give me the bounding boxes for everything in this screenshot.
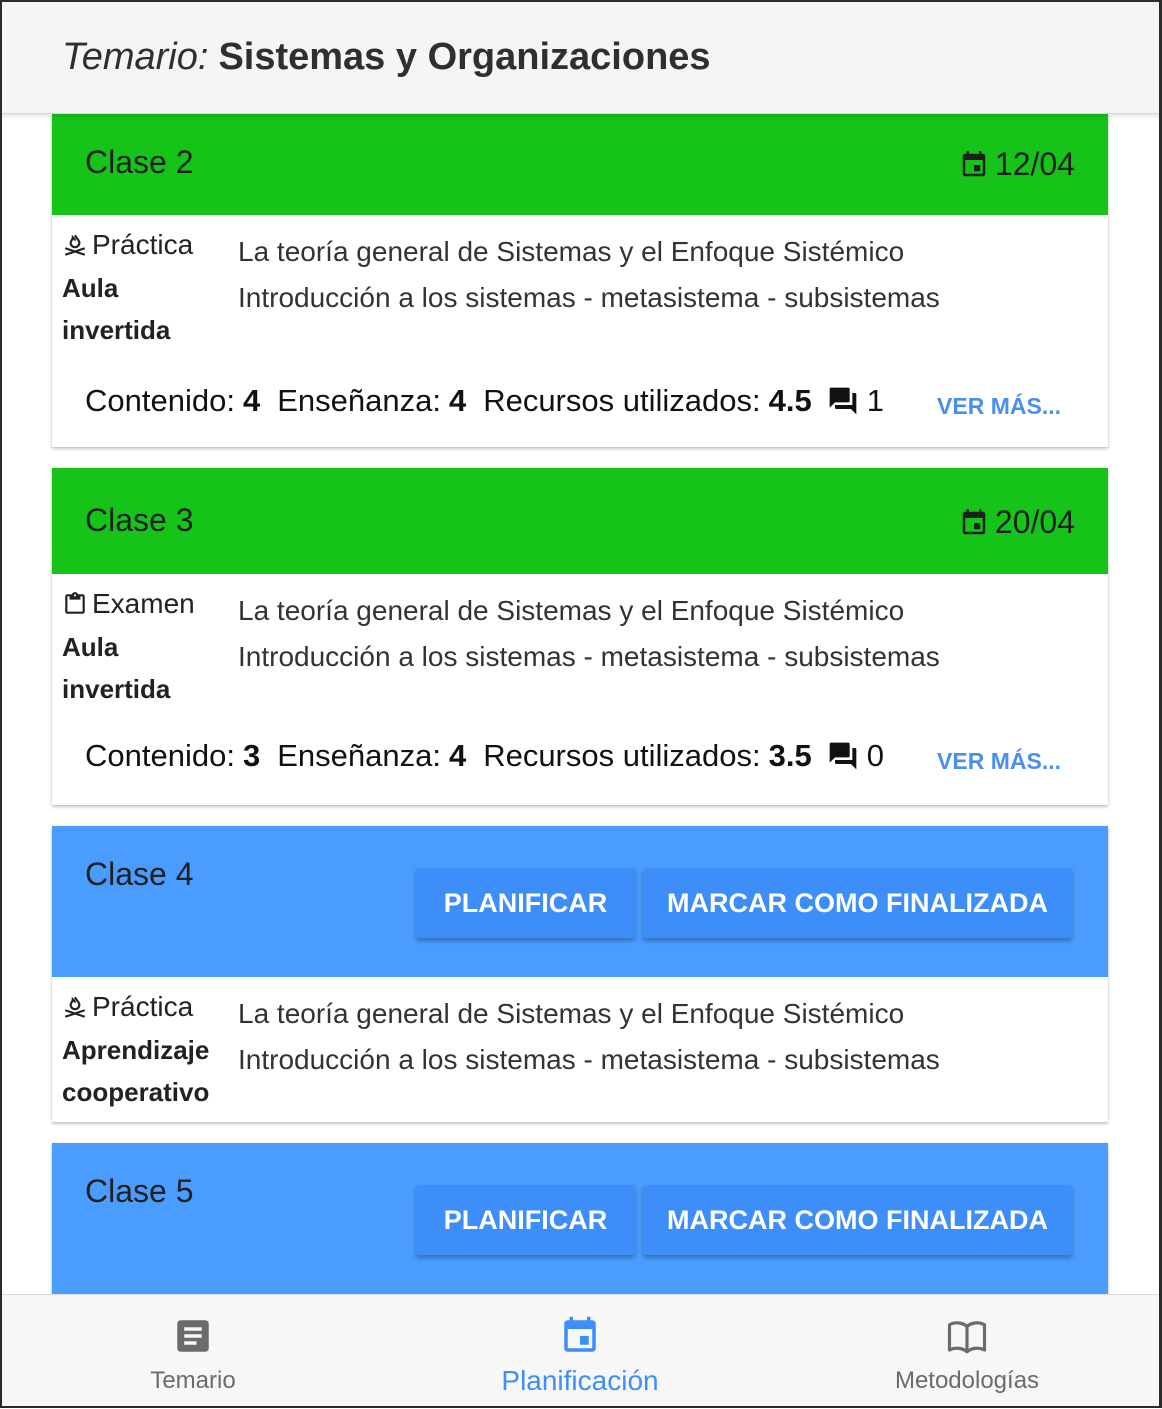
event-calendar-icon: [962, 150, 986, 176]
page-title-text: Sistemas y Organizaciones: [218, 36, 711, 78]
class-type: Práctica: [62, 229, 193, 261]
class-type-label: Práctica: [92, 229, 194, 260]
class-card-header: Clase 3 20/04: [52, 468, 1108, 574]
campfire-icon: [64, 234, 86, 256]
class-title: Clase 3: [85, 502, 194, 538]
class-list[interactable]: Clase 2 12/04 Práctica Aula invertida La…: [0, 114, 1162, 1294]
class-date-text: 12/04: [994, 146, 1075, 182]
event-calendar-icon: [962, 508, 986, 534]
page-title: Temario: Sistemas y Organizaciones: [62, 36, 711, 79]
class-methodology: Aprendizaje cooperativo: [62, 1035, 210, 1107]
class-card-5: Clase 5 PLANIFICAR MARCAR COMO FINALIZAD…: [52, 1143, 1108, 1294]
clipboard-icon: [65, 592, 85, 614]
rating-recursos: Recursos utilizados: 3.5: [483, 738, 812, 773]
nav-item-planificacion[interactable]: Planificación: [430, 1295, 730, 1409]
comments-count: 1: [827, 383, 884, 419]
class-topics: La teoría general de Sistemas y el Enfoq…: [238, 588, 940, 680]
book-icon: [947, 1321, 987, 1354]
rating-ensenanza: Enseñanza: 4: [277, 383, 467, 418]
see-more-link[interactable]: VER MÁS...: [937, 748, 1061, 775]
rating-contenido: Contenido: 4: [85, 383, 261, 418]
class-ratings: Contenido: 3 Enseñanza: 4 Recursos utiliza…: [85, 738, 884, 774]
mark-finished-button[interactable]: MARCAR COMO FINALIZADA: [643, 1185, 1072, 1255]
nav-label: Metodologías: [894, 1367, 1040, 1394]
class-title: Clase 4: [85, 856, 194, 892]
class-title: Clase 5: [85, 1173, 194, 1209]
topic-item: La teoría general de Sistemas y el Enfoq…: [238, 998, 905, 1029]
topic-item: La teoría general de Sistemas y el Enfoq…: [238, 595, 905, 626]
see-more-link[interactable]: VER MÁS...: [937, 393, 1061, 420]
class-title: Clase 2: [85, 144, 194, 180]
class-date-text: 20/04: [994, 504, 1075, 540]
calendar-icon: [564, 1316, 596, 1352]
class-date: 20/04: [959, 504, 1075, 541]
document-icon: [177, 1320, 209, 1352]
rating-ensenanza: Enseñanza: 4: [277, 738, 467, 773]
forum-icon: [829, 742, 857, 770]
rating-contenido: Contenido: 3: [85, 738, 261, 773]
topic-item: Introducción a los sistemas - metasistem…: [238, 641, 940, 672]
class-card-2: Clase 2 12/04 Práctica Aula invertida La…: [52, 114, 1108, 447]
class-type: Examen: [62, 588, 195, 620]
nav-item-temario[interactable]: Temario: [43, 1295, 343, 1409]
topic-item: Introducción a los sistemas - metasistem…: [238, 1044, 940, 1075]
comments-count: 0: [827, 738, 884, 774]
class-topics: La teoría general de Sistemas y el Enfoq…: [238, 991, 940, 1083]
class-methodology: Aula invertida: [62, 632, 171, 704]
class-card-body: Práctica Aprendizaje cooperativo La teor…: [52, 977, 1108, 1122]
class-ratings: Contenido: 4 Enseñanza: 4 Recursos utiliza…: [85, 383, 884, 419]
page-title-prefix: Temario:: [62, 36, 209, 78]
topic-item: Introducción a los sistemas - metasistem…: [238, 282, 940, 313]
nav-label: Temario: [150, 1367, 236, 1394]
class-card-4: Clase 4 PLANIFICAR MARCAR COMO FINALIZAD…: [52, 826, 1108, 1122]
bottom-navigation: Temario Planificación Metodologías: [0, 1294, 1162, 1408]
class-card-header: Clase 5 PLANIFICAR MARCAR COMO FINALIZAD…: [52, 1143, 1108, 1294]
class-card-body: Examen Aula invertida La teoría general …: [52, 574, 1108, 805]
forum-icon: [829, 387, 857, 415]
campfire-icon: [64, 996, 86, 1018]
plan-button[interactable]: PLANIFICAR: [416, 1185, 635, 1255]
topic-item: La teoría general de Sistemas y el Enfoq…: [238, 236, 905, 267]
class-methodology: Aula invertida: [62, 273, 171, 345]
class-type-label: Examen: [92, 588, 195, 619]
rating-recursos: Recursos utilizados: 4.5: [483, 383, 812, 418]
class-type-label: Práctica: [92, 991, 194, 1022]
class-date: 12/04: [959, 146, 1075, 183]
class-card-3: Clase 3 20/04 Examen Aula invertida La t…: [52, 468, 1108, 805]
class-topics: La teoría general de Sistemas y el Enfoq…: [238, 229, 940, 321]
app-header: Temario: Sistemas y Organizaciones: [0, 0, 1162, 114]
mark-finished-button[interactable]: MARCAR COMO FINALIZADA: [643, 868, 1072, 938]
class-card-header: Clase 2 12/04: [52, 114, 1108, 215]
plan-button[interactable]: PLANIFICAR: [416, 868, 635, 938]
class-card-body: Práctica Aula invertida La teoría genera…: [52, 215, 1108, 447]
nav-label: Planificación: [501, 1365, 659, 1396]
nav-item-metodologias[interactable]: Metodologías: [817, 1295, 1117, 1409]
class-type: Práctica: [62, 991, 193, 1023]
class-card-header: Clase 4 PLANIFICAR MARCAR COMO FINALIZAD…: [52, 826, 1108, 977]
